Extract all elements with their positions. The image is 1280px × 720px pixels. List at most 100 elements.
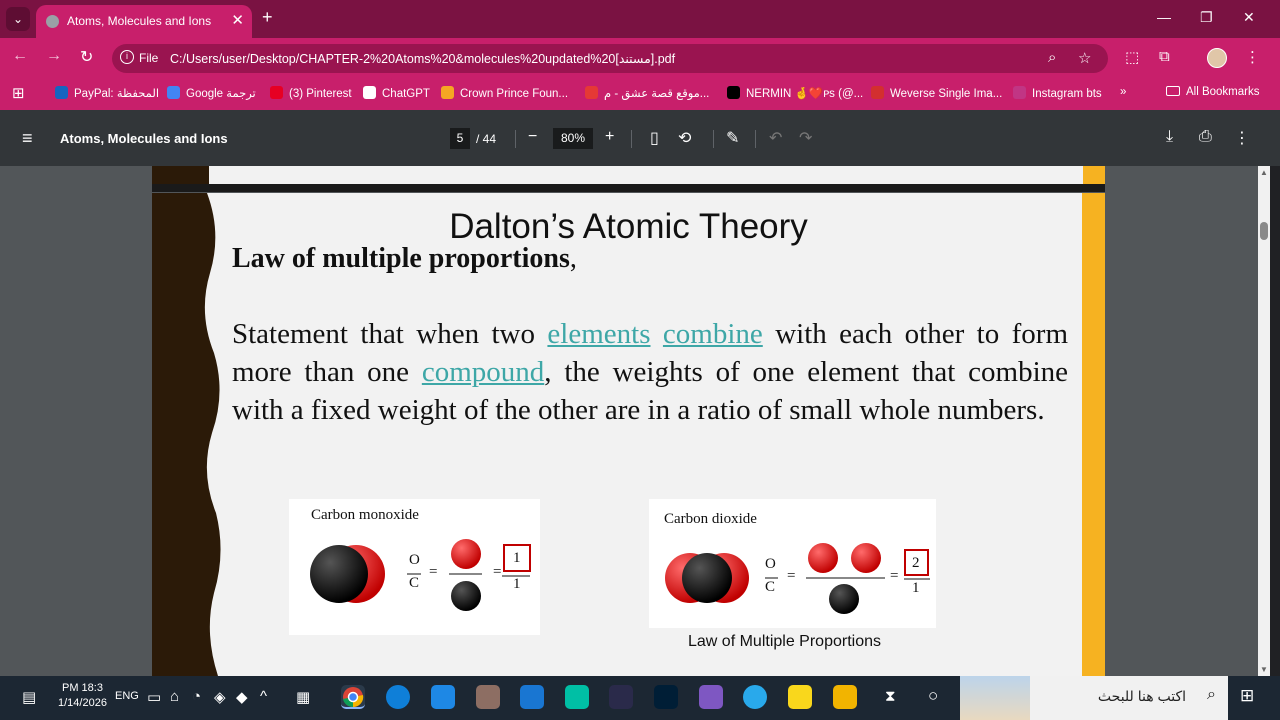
- bookmark-star-icon[interactable]: ☆: [1078, 49, 1091, 67]
- combine-link[interactable]: combine: [663, 318, 763, 350]
- bookmark-item[interactable]: PayPal: المحفظة: [55, 86, 159, 100]
- new-tab-button[interactable]: +: [262, 7, 273, 28]
- back-icon[interactable]: ←: [12, 47, 28, 65]
- carbon-dioxide-figure: Carbon dioxide O C = = 2 1: [649, 499, 936, 628]
- equals-sign: =: [890, 568, 899, 584]
- pdf-viewer[interactable]: Dalton’s Atomic Theory Law of multiple p…: [0, 166, 1258, 676]
- file-chip: File: [139, 51, 159, 65]
- clock-date: 1/14/2026: [58, 697, 107, 709]
- browser-menu-icon[interactable]: ⋮: [1245, 48, 1260, 66]
- bookmark-label: موقع قصة عشق - م...: [604, 88, 710, 100]
- subtitle-text: Law of multiple proportions: [232, 243, 570, 274]
- word-app-icon[interactable]: [431, 685, 455, 709]
- address-bar[interactable]: i File C:/Users/user/Desktop/CHAPTER-2%2…: [112, 44, 1108, 73]
- forward-icon[interactable]: →: [46, 47, 62, 65]
- battery-icon[interactable]: ▭: [147, 688, 161, 706]
- restore-icon[interactable]: ❐: [1200, 9, 1213, 26]
- task-view-icon[interactable]: ▦: [296, 688, 310, 706]
- url-text[interactable]: C:/Users/user/Desktop/CHAPTER-2%20Atoms%…: [170, 51, 675, 66]
- pdf-menu-icon[interactable]: ≡: [22, 128, 33, 149]
- bookmark-favicon-icon: [585, 86, 598, 99]
- cortana-icon[interactable]: ○: [928, 686, 938, 706]
- bookmark-label: Weverse Single Ima...: [890, 88, 1003, 100]
- search-placeholder: اكتب هنا للبحث: [1097, 688, 1186, 704]
- rotate-icon[interactable]: ⟲: [678, 128, 691, 148]
- bookmark-item[interactable]: Google ترجمة: [167, 86, 256, 100]
- bookmark-favicon-icon: [441, 86, 454, 99]
- bookmark-item[interactable]: NERMIN 🤞❤️ᴘs (@...: [727, 86, 863, 100]
- site-info-icon[interactable]: i: [120, 50, 134, 64]
- zoom-input[interactable]: 80%: [553, 128, 593, 149]
- after-effects-app-icon[interactable]: [609, 685, 633, 709]
- language-indicator[interactable]: ENG: [115, 690, 139, 702]
- viewer-scrollbar[interactable]: ▲ ▼: [1258, 166, 1270, 676]
- window-edge: [1270, 166, 1280, 676]
- elements-link[interactable]: elements: [547, 318, 650, 350]
- fit-page-icon[interactable]: ▯: [650, 128, 659, 148]
- clock-time: PM 18:3: [61, 682, 103, 694]
- security-shield-icon[interactable]: ◈: [214, 688, 226, 706]
- minimize-icon[interactable]: —: [1157, 9, 1171, 25]
- antivirus-icon[interactable]: ◆: [236, 688, 248, 706]
- taskbar-search[interactable]: اكتب هنا للبحث ⌕: [960, 676, 1228, 720]
- extensions-icon[interactable]: ⧉: [1159, 48, 1170, 65]
- bookmark-item[interactable]: Instagram bts: [1013, 86, 1102, 100]
- photoshop-app-icon[interactable]: [654, 685, 678, 709]
- sticky-notes-app-icon[interactable]: [788, 685, 812, 709]
- telegram-app-icon[interactable]: [743, 685, 767, 709]
- clock[interactable]: PM 18:3 1/14/2026: [58, 681, 107, 711]
- more-bookmarks-button[interactable]: »: [1120, 86, 1126, 98]
- print-icon[interactable]: ⎙: [1199, 128, 1212, 146]
- store-app-icon[interactable]: [520, 685, 544, 709]
- annotate-pen-icon[interactable]: ✎: [726, 128, 739, 148]
- download-icon[interactable]: ⤓: [1166, 128, 1173, 146]
- tab-favicon-icon: [46, 15, 59, 28]
- profile-avatar[interactable]: [1207, 48, 1227, 68]
- compound-link[interactable]: compound: [422, 356, 544, 388]
- active-tab[interactable]: Atoms, Molecules and Ions ✕: [36, 5, 252, 38]
- zoom-out-icon[interactable]: −: [528, 128, 537, 146]
- carbon-monoxide-figure: Carbon monoxide O C = = 1 1: [289, 499, 540, 635]
- extension-puzzle-icon[interactable]: ⬚: [1125, 48, 1139, 66]
- all-bookmarks-button[interactable]: All Bookmarks: [1166, 86, 1260, 98]
- carbon-symbol: C: [765, 579, 776, 595]
- show-hidden-icons[interactable]: ^: [260, 688, 267, 705]
- bookmark-label: Instagram bts: [1032, 88, 1102, 100]
- pdf-more-icon[interactable]: ⋮: [1234, 128, 1250, 148]
- statement-text: Statement that when two elements combine…: [232, 315, 1068, 429]
- file-explorer-app-icon[interactable]: [833, 685, 857, 709]
- scroll-down-icon[interactable]: ▼: [1260, 665, 1268, 674]
- notifications-icon[interactable]: ▤: [22, 688, 36, 706]
- minecraft-app-icon[interactable]: [476, 685, 500, 709]
- window-close-icon[interactable]: ✕: [1243, 9, 1255, 26]
- search-icon: ⌕: [1207, 686, 1216, 703]
- scrollbar-thumb[interactable]: [1260, 222, 1268, 240]
- copilot-app-icon[interactable]: [699, 685, 723, 709]
- bookmark-item[interactable]: Weverse Single Ima...: [871, 86, 1002, 100]
- task-manager-icon[interactable]: ⧗: [885, 688, 896, 705]
- wifi-icon[interactable]: ◔: [192, 688, 201, 705]
- wattpad-app-icon[interactable]: [565, 685, 589, 709]
- edge-app-icon[interactable]: [386, 685, 410, 709]
- apps-grid-icon[interactable]: ⊞: [12, 84, 25, 102]
- start-windows-icon[interactable]: ⊞: [1240, 686, 1254, 706]
- scroll-up-icon[interactable]: ▲: [1260, 168, 1268, 177]
- tab-search-button[interactable]: ⌄: [6, 7, 30, 31]
- ratio-numerator: 2: [912, 555, 920, 571]
- reload-icon[interactable]: ↻: [80, 47, 93, 67]
- close-tab-icon[interactable]: ✕: [231, 11, 244, 29]
- redo-icon[interactable]: ↷: [799, 128, 812, 148]
- bookmark-item[interactable]: ChatGPT: [363, 86, 430, 100]
- bookmark-item[interactable]: موقع قصة عشق - م...: [585, 86, 709, 100]
- chrome-app-icon[interactable]: [341, 685, 365, 709]
- bookmark-item[interactable]: (3) Pinterest: [270, 86, 352, 100]
- zoom-in-icon[interactable]: +: [605, 128, 614, 146]
- page-number-input[interactable]: 5: [450, 128, 470, 149]
- bookmark-favicon-icon: [55, 86, 68, 99]
- zoom-search-icon[interactable]: ⌕: [1048, 49, 1056, 66]
- usb-icon[interactable]: ⌂: [170, 688, 179, 705]
- undo-icon[interactable]: ↶: [769, 128, 782, 148]
- bookmark-item[interactable]: Crown Prince Foun...: [441, 86, 568, 100]
- equals-sign: =: [493, 564, 502, 580]
- page-separator: [152, 184, 1105, 192]
